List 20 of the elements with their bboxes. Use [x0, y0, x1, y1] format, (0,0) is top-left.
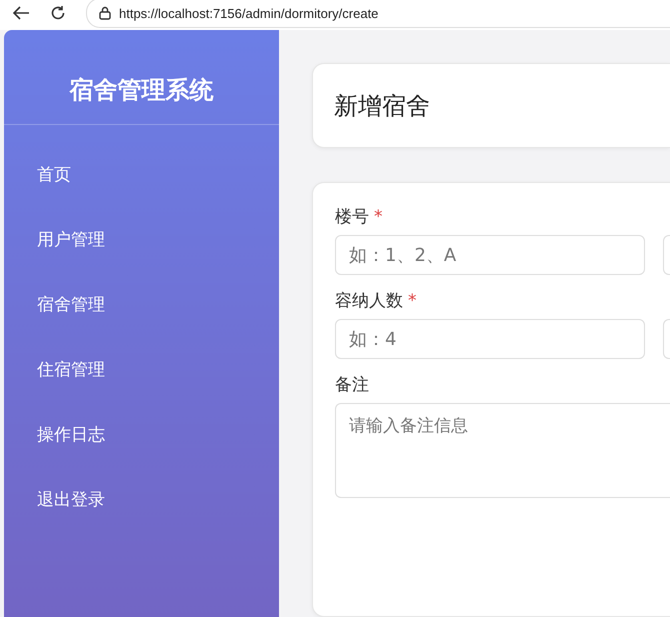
lock-icon[interactable]: [99, 6, 111, 20]
address-bar[interactable]: https://localhost:7156/admin/dormitory/create: [86, 0, 670, 28]
required-mark: *: [408, 291, 416, 312]
required-mark: *: [374, 207, 382, 228]
nav-link[interactable]: 用户管理: [37, 228, 105, 252]
reload-icon[interactable]: [50, 5, 66, 21]
field-label: 楼号: [335, 207, 369, 228]
nav-link[interactable]: 宿舍管理: [37, 293, 105, 317]
input-field[interactable]: 如：1、2、A: [335, 235, 645, 276]
nav-link[interactable]: 首页: [37, 163, 71, 187]
field-label: 备注: [335, 374, 370, 396]
remark-textarea[interactable]: 请输入备注信息: [335, 403, 670, 498]
nav-link[interactable]: 操作日志: [37, 423, 105, 447]
app-title: 宿舍管理系统: [68, 75, 214, 106]
nav-link[interactable]: 住宿管理: [37, 358, 105, 382]
back-icon[interactable]: [12, 6, 30, 20]
input-field[interactable]: 如：4: [335, 319, 645, 360]
nav-link[interactable]: 退出登录: [37, 488, 105, 512]
page-title: 新增宿舍: [334, 90, 430, 122]
field-label: 容纳人数: [335, 291, 403, 312]
